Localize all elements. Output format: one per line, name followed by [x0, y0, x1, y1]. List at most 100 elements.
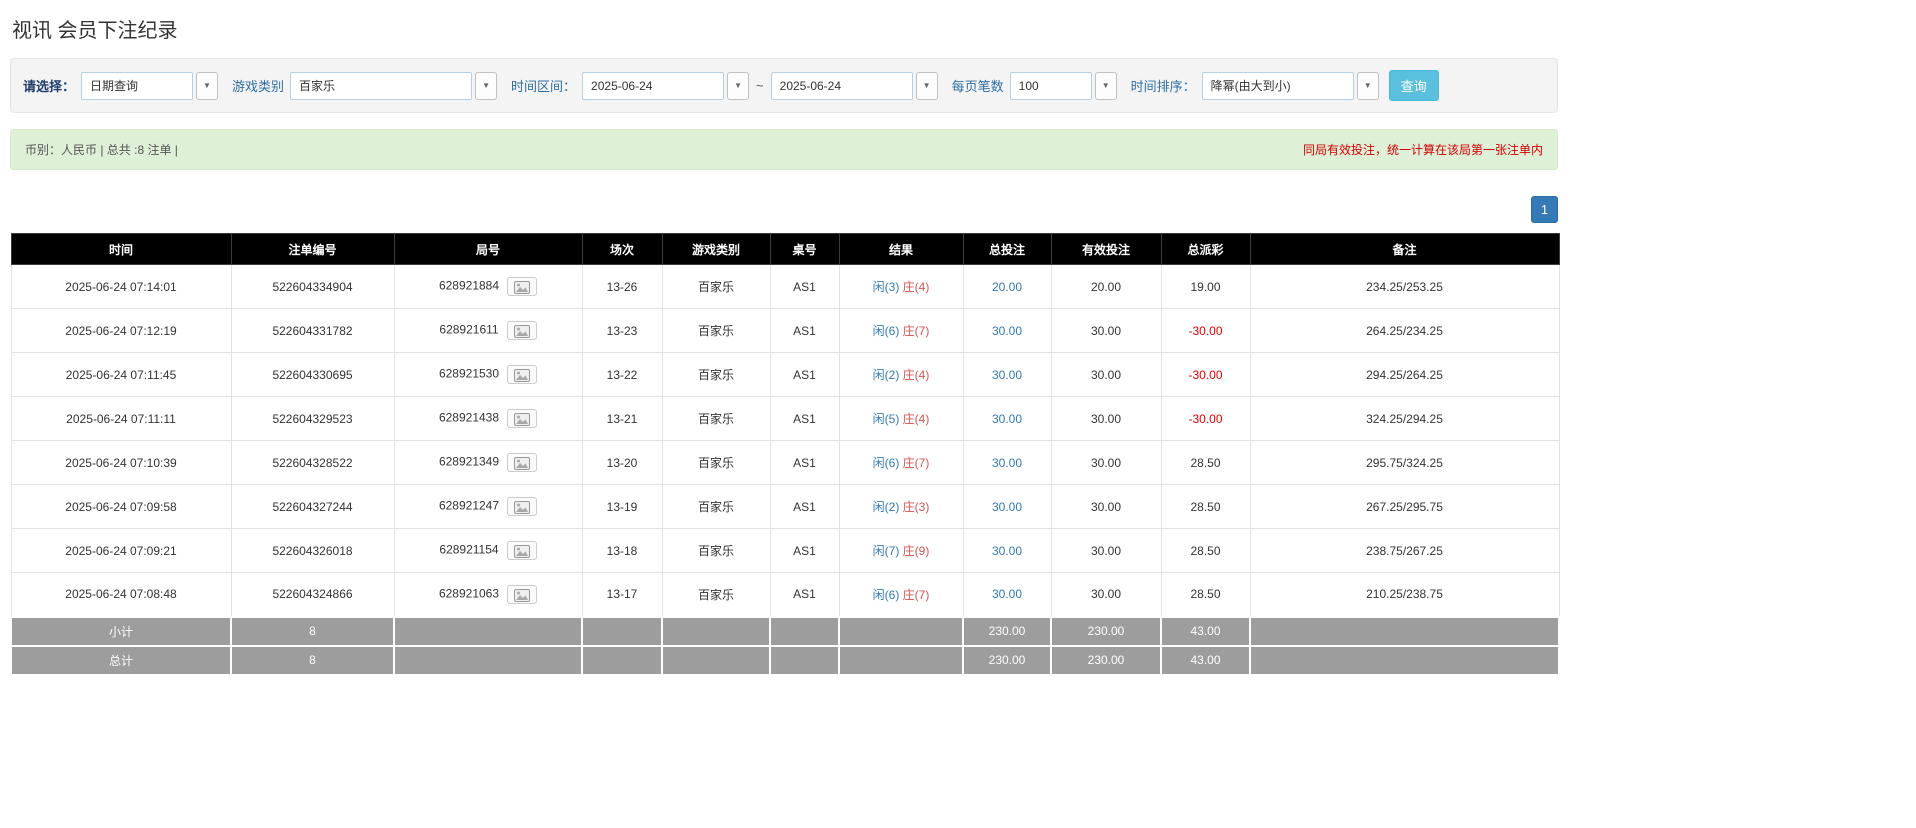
round-cell: 628921884: [393, 264, 583, 309]
time-cell: 2025-06-24 07:08:48: [10, 572, 232, 617]
page-size-label: 每页笔数: [951, 79, 1004, 94]
table-number-cell: AS1: [769, 352, 840, 397]
table-header-row: 时间 注单编号 局号 场次 游戏类别 桌号 结果 总投注 有效投注 总派彩 备注: [10, 233, 1560, 265]
date-from-input[interactable]: [582, 71, 725, 100]
chevron-down-icon[interactable]: ▼: [196, 71, 219, 100]
col-table-no: 桌号: [769, 233, 840, 265]
video-replay-icon: [514, 588, 531, 602]
bet-id-cell: 522604326018: [230, 528, 395, 573]
total-bet-link[interactable]: 30.00: [992, 587, 1022, 601]
table-body: 2025-06-24 07:14:01 522604334904 6289218…: [10, 264, 1560, 617]
time-cell: 2025-06-24 07:12:19: [10, 308, 232, 353]
bet-id-cell: 522604334904: [230, 264, 395, 309]
empty-cell: [838, 615, 964, 647]
round-video-button[interactable]: [507, 584, 538, 604]
date-to-input[interactable]: [770, 71, 913, 100]
chevron-down-icon[interactable]: ▼: [915, 71, 938, 100]
total-bet-link[interactable]: 30.00: [992, 544, 1022, 558]
valid-bet-cell: 30.00: [1050, 396, 1162, 441]
valid-bet-cell: 30.00: [1050, 528, 1162, 573]
sort-order-input[interactable]: [1201, 71, 1354, 100]
total-bet-link[interactable]: 30.00: [992, 456, 1022, 470]
table-row: 2025-06-24 07:11:45 522604330695 6289215…: [10, 352, 1560, 397]
note-cell: 210.25/238.75: [1249, 572, 1560, 617]
valid-bet-cell: 30.00: [1050, 484, 1162, 529]
col-session: 场次: [581, 233, 663, 265]
bet-id-cell: 522604331782: [230, 308, 395, 353]
result-cell: 闲(6) 庄(7): [838, 308, 964, 353]
pagination: 1: [10, 196, 1558, 223]
sort-order-label: 时间排序：: [1130, 79, 1196, 94]
payout-cell: 28.50: [1160, 572, 1251, 617]
video-replay-icon: [513, 325, 530, 338]
table-number-cell: AS1: [769, 396, 840, 441]
payout-cell: 19.00: [1160, 264, 1251, 309]
note-cell: 264.25/234.25: [1249, 308, 1560, 353]
game-type-cell: 百家乐: [661, 352, 771, 397]
table-number-cell: AS1: [769, 440, 840, 485]
empty-cell: [661, 644, 771, 676]
note-cell: 294.25/264.25: [1249, 352, 1560, 397]
table-number-cell: AS1: [769, 484, 840, 529]
round-video-button[interactable]: [507, 277, 538, 296]
total-bet-link[interactable]: 30.00: [992, 324, 1022, 338]
main-container: 视讯 会员下注纪录 请选择： ▼ 游戏类别 ▼ 时间区间： ▼ ~ ▼ 每页笔数…: [10, 0, 1560, 676]
total-bet-cell: 30.00: [962, 528, 1052, 573]
empty-cell: [1249, 644, 1560, 676]
filter-bar: 请选择： ▼ 游戏类别 ▼ 时间区间： ▼ ~ ▼ 每页笔数 ▼ 时间排序： ▼: [10, 58, 1558, 113]
total-bet-cell: 30.00: [962, 352, 1052, 397]
total-bet-link[interactable]: 20.00: [992, 280, 1022, 294]
result-cell: 闲(3) 庄(4): [838, 264, 964, 309]
table-row: 2025-06-24 07:10:39 522604328522 6289213…: [10, 440, 1560, 485]
chevron-down-icon[interactable]: ▼: [1356, 71, 1379, 100]
subtotal-row: 小计 8 230.00 230.00 43.00: [10, 615, 1560, 647]
empty-cell: [393, 615, 583, 647]
bet-id-cell: 522604324866: [230, 572, 395, 617]
chevron-down-icon[interactable]: ▼: [727, 71, 750, 100]
search-button[interactable]: 查询: [1388, 70, 1439, 101]
note-cell: 234.25/253.25: [1249, 264, 1560, 309]
total-bet-link[interactable]: 30.00: [992, 368, 1022, 382]
date-to-select: ▼: [770, 71, 938, 100]
total-bet-link[interactable]: 30.00: [992, 500, 1022, 514]
page-size-input[interactable]: [1009, 71, 1092, 100]
video-replay-icon: [514, 501, 531, 514]
round-cell: 628921349: [393, 440, 583, 485]
round-number: 628921611: [439, 322, 499, 337]
game-type-input[interactable]: [290, 71, 473, 100]
round-video-button[interactable]: [507, 409, 538, 428]
total-total-bet: 230.00: [962, 644, 1052, 676]
round-cell: 628921611: [393, 308, 583, 353]
page-button-1[interactable]: 1: [1531, 196, 1558, 223]
chevron-down-icon[interactable]: ▼: [475, 71, 498, 100]
query-type-input[interactable]: [81, 71, 194, 100]
game-type-cell: 百家乐: [661, 308, 771, 353]
round-cell: 628921247: [393, 484, 583, 529]
round-number: 628921438: [438, 410, 500, 425]
round-video-button[interactable]: [506, 321, 537, 340]
time-cell: 2025-06-24 07:09:21: [10, 528, 232, 573]
bet-id-cell: 522604327244: [230, 484, 395, 529]
chevron-down-icon[interactable]: ▼: [1094, 71, 1117, 100]
video-replay-icon: [513, 545, 530, 558]
summary-bar: 币别：人民币 | 总共 :8 注单 | 同局有效投注，统一计算在该局第一张注单内: [10, 129, 1558, 170]
empty-cell: [581, 644, 663, 676]
round-video-button[interactable]: [507, 365, 538, 384]
total-bet-cell: 30.00: [962, 396, 1052, 441]
round-video-button[interactable]: [507, 453, 538, 472]
col-game-type: 游戏类别: [661, 233, 771, 265]
subtotal-count: 8: [230, 615, 395, 647]
video-replay-icon: [514, 457, 531, 470]
round-video-button[interactable]: [507, 497, 538, 516]
valid-bet-cell: 30.00: [1050, 440, 1162, 485]
video-replay-icon: [514, 281, 531, 294]
result-cell: 闲(6) 庄(7): [838, 572, 964, 617]
subtotal-valid-bet: 230.00: [1050, 615, 1162, 647]
round-video-button[interactable]: [506, 541, 537, 560]
player-result: 闲(3): [872, 280, 900, 294]
total-row: 总计 8 230.00 230.00 43.00: [10, 644, 1560, 676]
total-bet-link[interactable]: 30.00: [992, 412, 1022, 426]
col-result: 结果: [838, 233, 964, 265]
payout-cell: 28.50: [1160, 440, 1251, 485]
round-cell: 628921438: [393, 396, 583, 441]
